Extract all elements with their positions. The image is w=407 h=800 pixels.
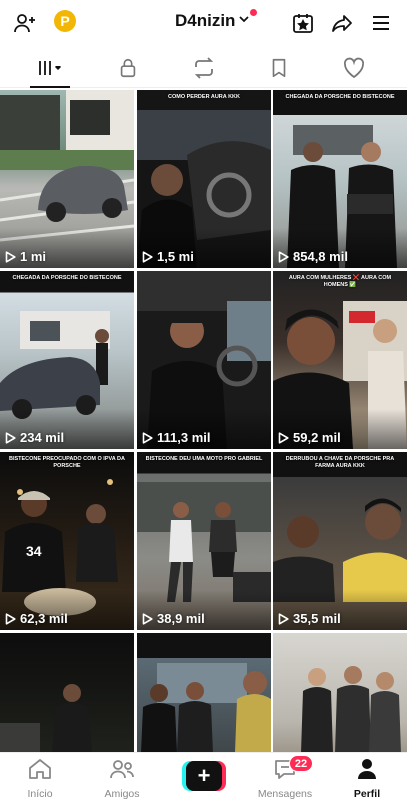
- video-thumbnail[interactable]: [273, 633, 407, 752]
- coin-icon[interactable]: P: [54, 10, 76, 32]
- repost-icon: [192, 56, 216, 85]
- video-caption: BISTECONE DEU UMA MOTO PRO GABRIEL: [145, 456, 263, 462]
- bottom-navigation: Início Amigos + 22 Mensagens Perfil: [0, 752, 407, 800]
- add-friend-icon[interactable]: [10, 8, 40, 38]
- bookmark-icon: [268, 57, 290, 84]
- svg-text:34: 34: [26, 543, 42, 559]
- view-count: 35,5 mil: [278, 611, 341, 626]
- video-thumbnail[interactable]: BISTECONE DEU UMA MOTO PRO GABRIEL 38,9 …: [137, 452, 271, 630]
- grid-icon: [34, 57, 66, 84]
- nav-home-label: Início: [27, 788, 53, 800]
- profile-tabs: [0, 54, 407, 88]
- tab-videos[interactable]: [30, 54, 70, 88]
- profile-header: P D4nizin: [0, 0, 407, 46]
- video-thumbnail[interactable]: DERRUBOU A CHAVE DA PORSCHE PRA FARMA AU…: [273, 452, 407, 630]
- nav-inbox-label: Mensagens: [257, 788, 313, 800]
- video-thumbnail[interactable]: CHEGADA DA PORSCHE DO BISTECONE 234 mil: [0, 271, 134, 449]
- view-count: 1 mi: [5, 249, 46, 264]
- view-count: 234 mil: [5, 430, 64, 445]
- view-count: 854,8 mil: [278, 249, 348, 264]
- account-switcher[interactable]: D4nizin: [175, 11, 251, 31]
- friends-icon: [108, 757, 136, 786]
- view-count: 38,9 mil: [142, 611, 205, 626]
- heart-icon: [342, 57, 366, 84]
- video-caption: DERRUBOU A CHAVE DA PORSCHE PRA FARMA AU…: [285, 456, 395, 470]
- video-caption: AURA COM MULHERES ❌ AURA COM HOMENS ✅: [288, 275, 392, 289]
- video-grid: 1 mi COMO PERDER AURA KKK 1,5 mi CHEGADA…: [0, 90, 407, 752]
- video-thumbnail[interactable]: CHEGADA DA PORSCHE DO BISTECONE 854,8 mi…: [273, 90, 407, 268]
- nav-friends[interactable]: Amigos: [82, 757, 162, 800]
- video-thumbnail[interactable]: 1 mi: [0, 90, 134, 268]
- video-thumbnail[interactable]: 34 BISTECONE PREOCUPADO COM O IPVA DA PO…: [0, 452, 134, 630]
- video-caption: CHEGADA DA PORSCHE DO BISTECONE: [285, 94, 395, 100]
- menu-icon[interactable]: [366, 8, 396, 38]
- video-thumbnail[interactable]: COMO PERDER AURA KKK 1,5 mi: [137, 90, 271, 268]
- video-thumbnail[interactable]: [137, 633, 271, 752]
- share-icon[interactable]: [327, 8, 357, 38]
- nav-home[interactable]: Início: [0, 757, 80, 800]
- video-caption: COMO PERDER AURA KKK: [167, 94, 240, 100]
- video-thumbnail[interactable]: AURA COM MULHERES ❌ AURA COM HOMENS ✅ 59…: [273, 271, 407, 449]
- notification-dot: [250, 9, 257, 16]
- video-caption: CHEGADA DA PORSCHE DO BISTECONE: [12, 275, 122, 281]
- tab-favorites[interactable]: [259, 54, 299, 86]
- plus-icon: +: [186, 761, 222, 791]
- inbox-badge: 22: [289, 755, 313, 772]
- home-icon: [27, 757, 53, 786]
- nav-profile[interactable]: Perfil: [327, 757, 407, 800]
- username: D4nizin: [175, 11, 236, 30]
- create-button[interactable]: +: [182, 761, 226, 791]
- video-thumbnail[interactable]: 111,3 mil: [137, 271, 271, 449]
- view-count: 62,3 mil: [5, 611, 68, 626]
- view-count: 1,5 mi: [142, 249, 194, 264]
- video-caption: BISTECONE PREOCUPADO COM O IPVA DA PORSC…: [8, 456, 126, 470]
- view-count: 59,2 mil: [278, 430, 341, 445]
- tab-reposts[interactable]: [184, 54, 224, 86]
- view-count: 111,3 mil: [142, 430, 211, 445]
- nav-inbox[interactable]: 22 Mensagens: [245, 755, 325, 800]
- video-thumbnail[interactable]: [0, 633, 134, 752]
- tab-liked[interactable]: [334, 54, 374, 86]
- calendar-star-icon[interactable]: [288, 8, 318, 38]
- lock-icon: [117, 57, 139, 84]
- nav-profile-label: Perfil: [353, 788, 381, 800]
- chevron-down-icon: [237, 12, 251, 31]
- nav-friends-label: Amigos: [104, 788, 140, 800]
- tab-private[interactable]: [108, 54, 148, 86]
- profile-icon: [355, 757, 379, 786]
